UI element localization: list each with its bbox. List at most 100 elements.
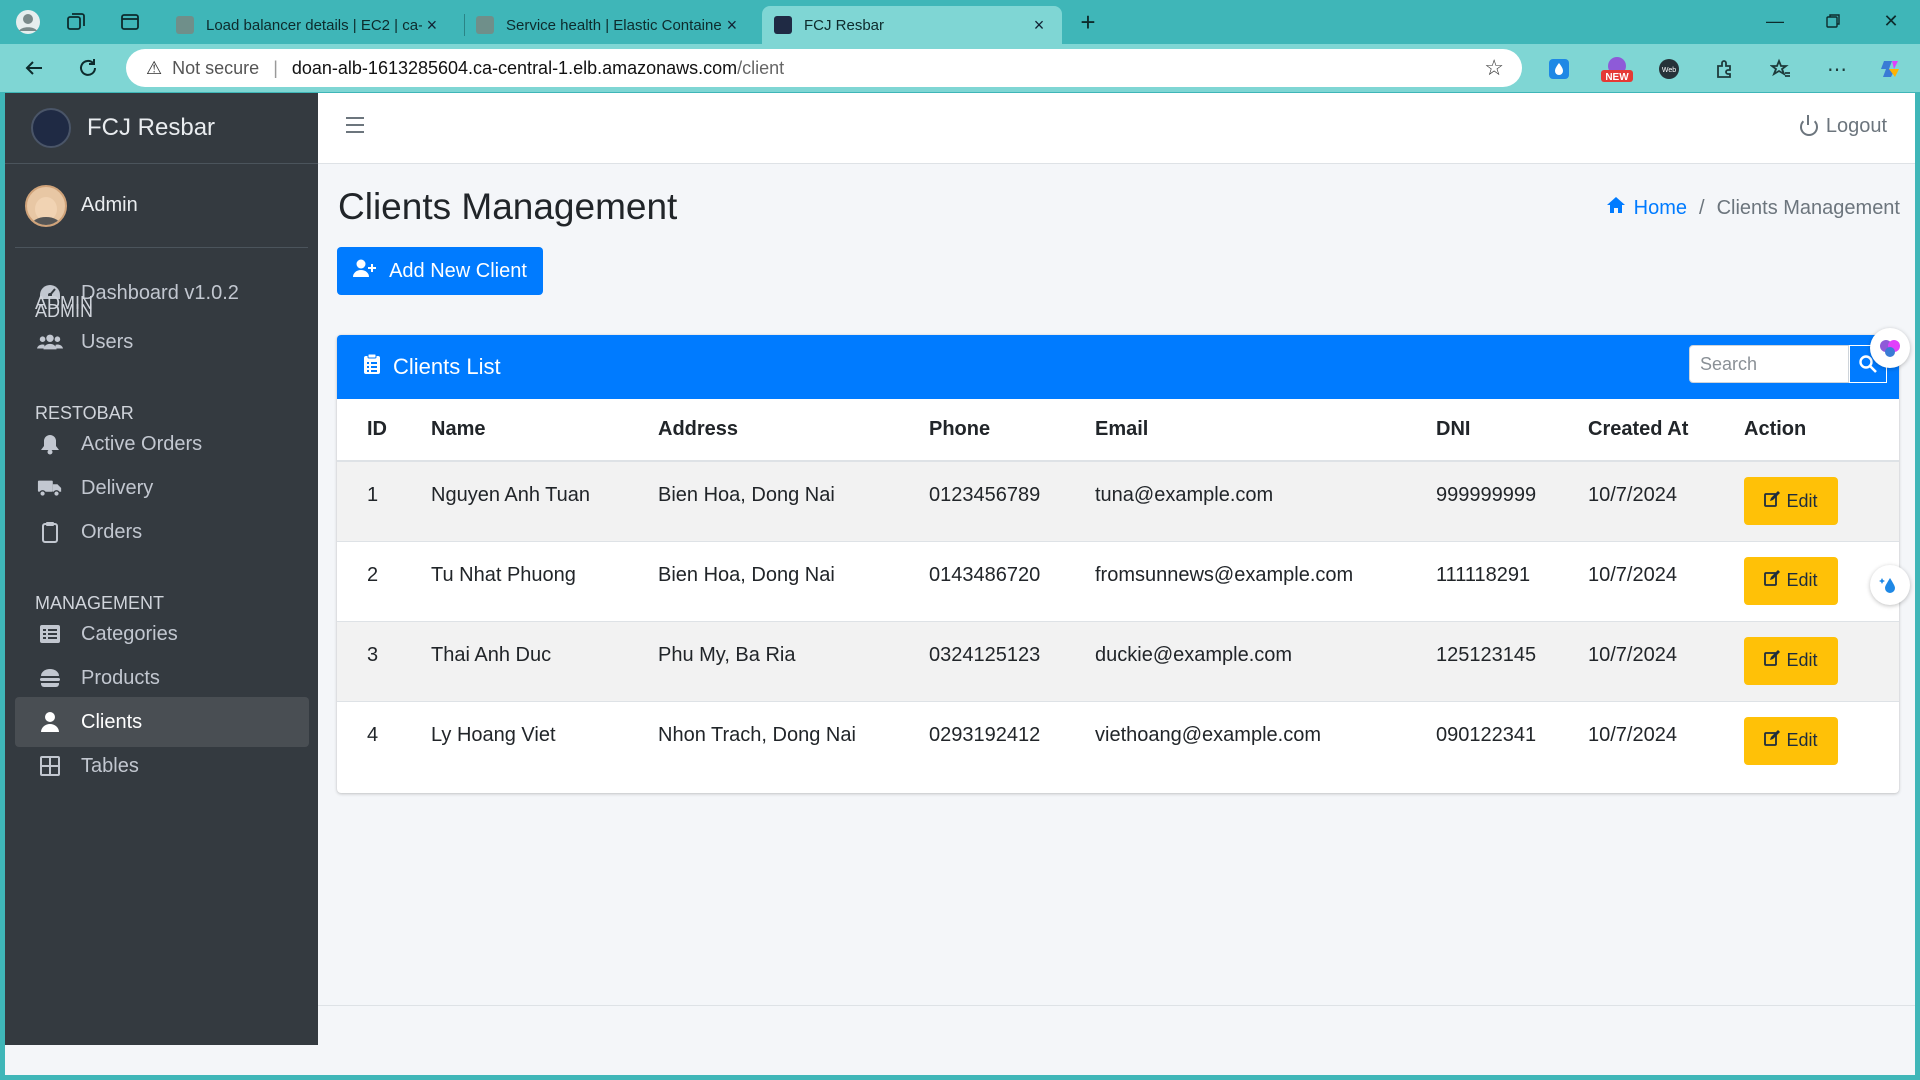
new-tab-icon[interactable]: + [1074,7,1102,37]
add-new-client-button[interactable]: Add New Client [337,247,543,295]
table-row: 3 Thai Anh Duc Phu My, Ba Ria 0324125123… [337,620,1899,701]
cell-action: Edit [1714,620,1899,701]
favorites-icon[interactable] [1768,56,1794,82]
close-tab-icon[interactable]: × [722,15,742,36]
menu-toggle-icon[interactable] [346,117,364,133]
security-label[interactable]: Not secure [172,58,259,79]
extensions-puzzle-icon[interactable] [1712,56,1738,82]
sidebar-item-label: Clients [81,710,143,733]
users-icon [37,331,63,353]
column-header-name: Name [401,399,628,462]
cell-address: Phu My, Ba Ria [628,620,899,701]
close-tab-icon[interactable]: × [1028,15,1050,36]
cell-email: viethoang@example.com [1065,700,1406,781]
column-header-id: ID [337,399,401,462]
sidebar-item-delivery[interactable]: Delivery [15,463,309,513]
cell-created-at: 10/7/2024 [1558,461,1714,541]
sidebar-item-active-orders[interactable]: Active Orders [15,419,309,469]
edit-button[interactable]: Edit [1744,636,1838,685]
profile-icon[interactable] [14,8,42,36]
clipboard-list-icon [363,353,381,381]
sidebar-item-label: Products [81,666,160,689]
clients-table: ID Name Address Phone Email DNI Created … [337,399,1899,781]
minimize-icon[interactable]: — [1750,6,1800,36]
edit-label: Edit [1786,570,1818,590]
extension-new-icon[interactable]: NEW [1600,56,1634,83]
back-icon[interactable] [18,54,50,82]
edit-button[interactable]: Edit [1744,556,1838,605]
fcj-favicon-icon [774,16,792,34]
extension-web-icon[interactable]: Web [1656,56,1682,82]
browser-tab-service-health[interactable]: Service health | Elastic Container S × [464,6,754,44]
ecs-favicon-icon [476,16,494,34]
sidebar-item-orders[interactable]: Orders [15,507,309,557]
more-options-icon[interactable]: ⋯ [1824,56,1850,82]
tab-actions-icon[interactable] [116,8,144,36]
sidebar-item-products[interactable]: Products [15,653,309,703]
sidebar-item-tables[interactable]: Tables [15,741,309,791]
browser-tab-strip: Load balancer details | EC2 | ca-ce × Se… [0,0,1920,44]
sidebar-item-users[interactable]: Users [15,317,309,367]
logout-link[interactable]: Logout [1799,114,1887,138]
edit-button[interactable]: Edit [1744,477,1838,525]
cell-name: Thai Anh Duc [401,620,628,701]
user-icon [37,711,63,733]
clients-list-card: Clients List ID Name Address Phone Email… [337,335,1899,793]
address-bar[interactable]: ⚠ Not secure | doan-alb-1613285604.ca-ce… [126,49,1522,87]
browser-tab-load-balancer[interactable]: Load balancer details | EC2 | ca-ce × [164,6,454,44]
column-header-dni: DNI [1406,399,1558,462]
sidebar-item-label: Orders [81,520,143,543]
cell-id: 3 [337,620,401,701]
favorite-star-icon[interactable]: ☆ [1484,55,1504,81]
copilot-icon[interactable] [1878,56,1904,82]
url-path[interactable]: /client [737,58,784,79]
edit-button[interactable]: Edit [1744,716,1838,765]
table-row: 4 Ly Hoang Viet Nhon Trach, Dong Nai 029… [337,700,1899,781]
card-title: Clients List [393,354,501,379]
bell-icon [37,433,63,455]
extension-drop-icon[interactable] [1546,56,1572,82]
power-icon [1799,114,1818,136]
cell-dni: 999999999 [1406,461,1558,541]
search-input[interactable] [1689,345,1849,383]
cell-phone: 0324125123 [899,620,1065,701]
ai-assistant-icon[interactable] [1870,328,1910,368]
restore-icon[interactable] [1808,6,1858,36]
logout-label[interactable]: Logout [1826,115,1887,138]
footer-divider [318,1005,1915,1006]
cell-created-at: 10/7/2024 [1558,620,1714,701]
cell-created-at: 10/7/2024 [1558,700,1714,781]
cell-email: duckie@example.com [1065,620,1406,701]
card-header: Clients List [337,335,1899,399]
breadcrumb-home-label[interactable]: Home [1634,197,1687,220]
cell-phone: 0293192412 [899,700,1065,781]
table-row: 1 Nguyen Anh Tuan Bien Hoa, Dong Nai 012… [337,461,1899,541]
sparkle-drop-icon[interactable] [1870,565,1910,605]
edit-icon [1764,570,1781,591]
sidebar-item-clients[interactable]: Clients [15,697,309,747]
close-window-icon[interactable]: ✕ [1866,6,1916,36]
breadcrumb: Home / Clients Management [1606,196,1900,220]
breadcrumb-home[interactable]: Home [1606,196,1687,220]
edit-icon [1764,490,1781,512]
cell-name: Nguyen Anh Tuan [401,461,628,541]
table-grid-icon [37,755,63,777]
workspaces-icon[interactable] [62,8,90,36]
cell-name: Tu Nhat Phuong [401,540,628,621]
cell-id: 4 [337,700,401,781]
url-host[interactable]: doan-alb-1613285604.ca-central-1.elb.ama… [292,58,737,79]
table-header-row: ID Name Address Phone Email DNI Created … [337,399,1899,462]
sidebar-item-label: Categories [81,622,178,645]
reload-icon[interactable] [72,54,104,82]
edit-label: Edit [1786,730,1818,750]
svg-text:Web: Web [1662,67,1676,74]
close-tab-icon[interactable]: × [422,15,442,36]
cell-phone: 0143486720 [899,540,1065,621]
cell-phone: 0123456789 [899,461,1065,541]
list-alt-icon [37,623,63,645]
sidebar-item-label: Users [81,330,134,353]
browser-tab-fcj-resbar[interactable]: FCJ Resbar × [762,6,1062,44]
sidebar-item-categories[interactable]: Categories [15,609,309,659]
warning-icon[interactable]: ⚠ [146,58,162,79]
home-icon [1606,196,1626,220]
